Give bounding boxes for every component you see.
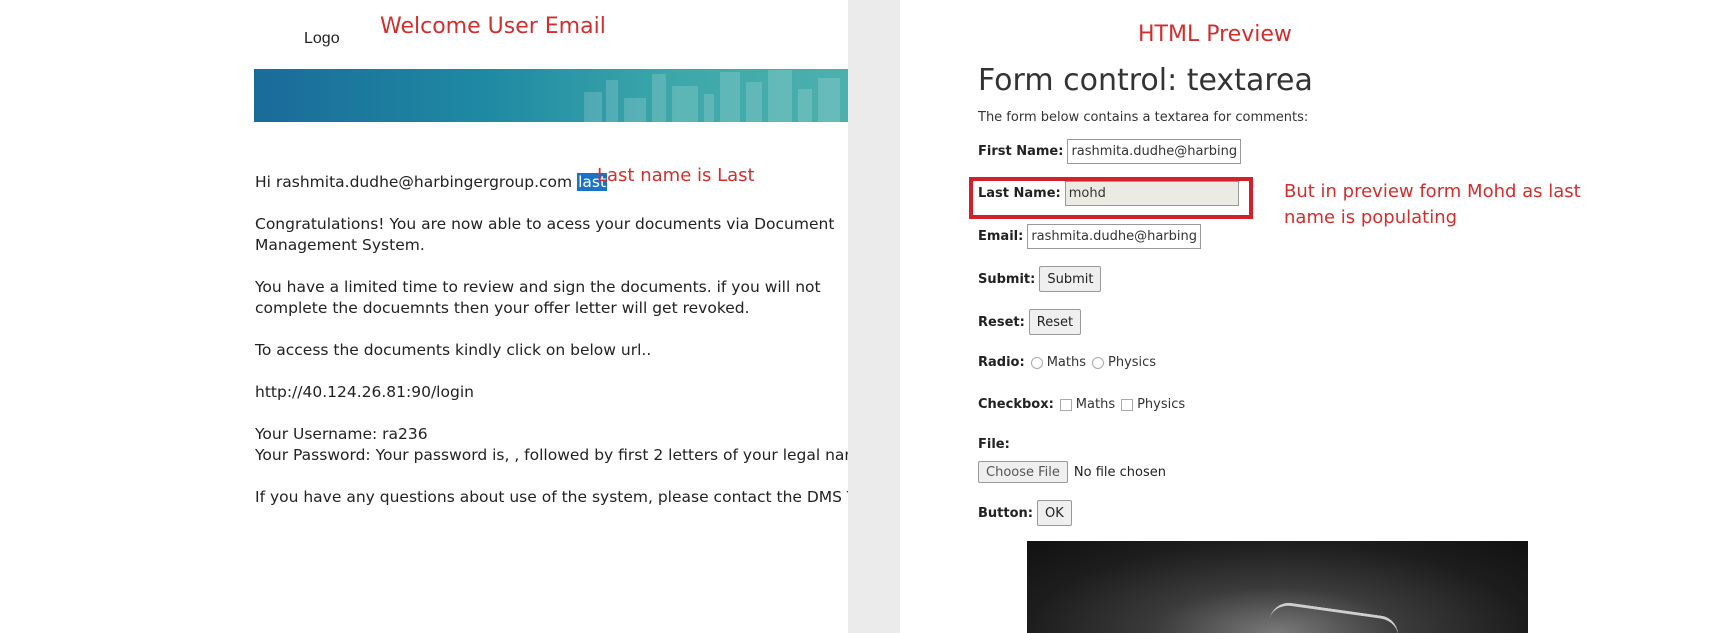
checkbox-maths-label: Maths (1075, 397, 1116, 412)
email-annotation: Welcome User Email (380, 14, 606, 39)
password-line: Your Password: Your password is, , follo… (255, 446, 870, 464)
email-input[interactable] (1027, 224, 1202, 249)
greeting-line: Hi rashmita.dudhe@harbingergroup.com las… (255, 172, 608, 193)
form-description: The form below contains a textarea for c… (978, 110, 1309, 125)
submit-label: Submit: (978, 271, 1036, 287)
checkbox-label: Checkbox: (978, 397, 1054, 412)
first-name-row: First Name: (978, 139, 1242, 164)
contact-line: If you have any questions about use of t… (255, 488, 893, 506)
ok-button[interactable]: OK (1036, 500, 1072, 526)
choose-file-button[interactable]: Choose File (978, 461, 1068, 483)
first-name-label: First Name: (978, 144, 1064, 159)
issue-annotation: But in preview form Mohd as last name is… (1284, 181, 1581, 228)
radio-physics-label: Physics (1107, 355, 1157, 370)
checkbox-physics-label: Physics (1137, 397, 1186, 412)
form-heading: Form control: textarea (978, 63, 1313, 98)
reset-button[interactable]: Reset (1028, 309, 1082, 335)
last-name-highlight-box (969, 177, 1253, 219)
checkbox-physics[interactable] (1121, 398, 1134, 411)
email-label: Email: (978, 229, 1024, 244)
preview-image (1027, 541, 1528, 633)
submit-button[interactable]: Submit (1039, 266, 1102, 292)
radio-maths[interactable] (1030, 356, 1043, 369)
checkbox-row: Checkbox: Maths Physics (978, 397, 1189, 412)
last-name-annotation: Last name is Last (597, 165, 755, 186)
preview-annotation: HTML Preview (1138, 22, 1292, 47)
email-paragraph-1: Congratulations! You are now able to ace… (255, 215, 835, 254)
radio-row: Radio: Maths Physics (978, 355, 1160, 370)
file-row: File: (978, 437, 1014, 452)
login-url[interactable]: http://40.124.26.81:90/login (255, 382, 474, 403)
first-name-input[interactable] (1067, 139, 1242, 164)
radio-physics[interactable] (1091, 356, 1104, 369)
checkbox-maths[interactable] (1059, 398, 1072, 411)
divider-gutter (848, 0, 900, 633)
greeting-text: Hi rashmita.dudhe@harbingergroup.com (255, 173, 573, 191)
radio-label: Radio: (978, 355, 1025, 370)
file-status: No file chosen (1073, 464, 1166, 480)
email-banner-image (254, 69, 848, 122)
file-input-row: Choose File No file chosen (978, 461, 1166, 483)
logo: Logo (304, 30, 340, 47)
radio-maths-label: Maths (1046, 355, 1086, 370)
username-line: Your Username: ra236 (255, 425, 428, 443)
email-paragraph-3: To access the documents kindly click on … (255, 341, 652, 359)
email-row: Email: (978, 224, 1202, 249)
email-panel: Welcome User Email Logo Hi rashmita.dudh… (0, 0, 893, 633)
reset-row: Reset: Reset (978, 309, 1082, 335)
button-label: Button: (978, 505, 1033, 521)
email-paragraph-2: You have a limited time to review and si… (255, 278, 821, 317)
reset-label: Reset: (978, 314, 1025, 330)
file-label: File: (978, 437, 1010, 452)
submit-row: Submit: Submit (978, 266, 1102, 292)
button-row: Button: OK (978, 500, 1072, 526)
